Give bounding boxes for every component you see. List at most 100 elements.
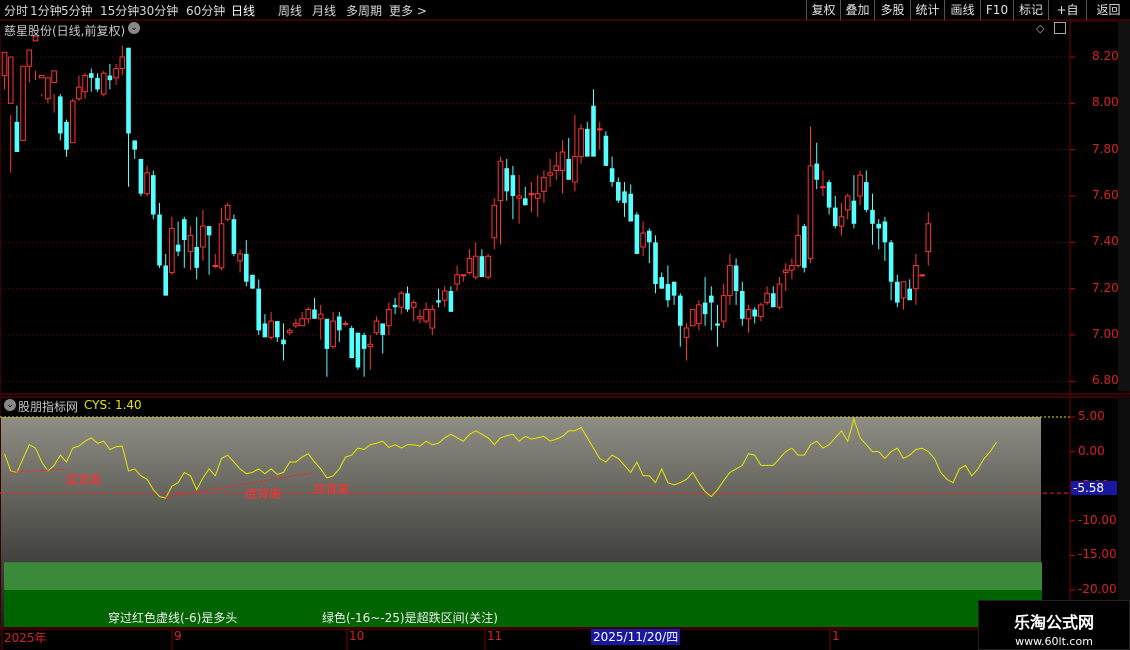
candle-body xyxy=(795,234,801,266)
candle-body xyxy=(702,302,708,315)
candle-body xyxy=(491,204,498,239)
note-bullish: 穿过红色虚线(-6)是多头 xyxy=(108,611,238,625)
price-axis-label-6: 7.00 xyxy=(1092,327,1119,341)
candle-body xyxy=(429,309,436,329)
collapse-icon[interactable]: ⌄ xyxy=(128,22,140,34)
candle-body xyxy=(144,172,150,195)
candle-body xyxy=(398,292,405,308)
candle-body xyxy=(151,175,156,215)
candle-body xyxy=(678,295,683,326)
candle-body xyxy=(566,158,571,180)
candle-body xyxy=(76,86,82,100)
candle-body xyxy=(665,284,671,301)
candle-body xyxy=(628,193,633,222)
price-axis-label-0: 8.20 xyxy=(1092,49,1119,63)
current-value-badge: -5.58 xyxy=(1071,481,1117,496)
candle-body xyxy=(591,105,596,157)
candle-body xyxy=(807,165,814,260)
date-label-0: 2025年 xyxy=(4,631,47,645)
candle-body xyxy=(634,214,640,254)
divergence-label-2: 底背离 xyxy=(313,481,350,496)
date-label-3: 11 xyxy=(487,629,503,643)
candle-body xyxy=(224,204,231,220)
candle-body xyxy=(7,56,14,104)
candle-body xyxy=(895,281,900,303)
candle-body xyxy=(541,176,547,192)
candle-body xyxy=(647,230,652,243)
candle-body xyxy=(194,246,199,268)
candle-body xyxy=(355,332,361,368)
candle-body xyxy=(523,198,528,206)
candle-body xyxy=(466,258,473,273)
candle-body xyxy=(126,47,131,134)
candle-body xyxy=(405,293,410,310)
candle-body xyxy=(206,226,212,236)
candle-body xyxy=(596,128,603,131)
side-info-strip xyxy=(1118,21,1130,391)
candle-body xyxy=(293,322,299,327)
candle-body xyxy=(864,182,869,210)
watermark-name: 乐淘公式网 xyxy=(1013,613,1094,632)
candle-body xyxy=(485,255,491,278)
indicator-title: 股朋指标网 xyxy=(18,400,79,414)
diamond-icon[interactable]: ◇ xyxy=(1036,22,1044,35)
watermark-url: www.60lt.com xyxy=(1015,635,1093,648)
indicator-axis-label-5: -20.00 xyxy=(1078,582,1117,596)
candle-body xyxy=(585,128,590,157)
watermark: 乐淘公式网 www.60lt.com xyxy=(978,600,1130,650)
candle-body xyxy=(715,323,720,326)
window-icon[interactable] xyxy=(1054,22,1066,34)
candle-body xyxy=(709,295,714,303)
candle-body xyxy=(516,195,522,199)
price-axis-label-1: 8.00 xyxy=(1092,95,1119,110)
candle-body xyxy=(163,265,168,296)
candle-body xyxy=(547,172,553,176)
candle-body xyxy=(740,290,745,319)
candle-body xyxy=(504,168,509,192)
candle-body xyxy=(671,281,677,296)
candle-body xyxy=(876,223,881,229)
candle-body xyxy=(132,140,137,150)
price-axis-label-7: 6.80 xyxy=(1092,373,1119,388)
candle-body xyxy=(218,223,225,269)
candle-body xyxy=(107,75,113,81)
candle-body xyxy=(441,290,448,301)
candle-body xyxy=(386,309,392,327)
candle-body xyxy=(212,265,219,267)
candle-body xyxy=(51,70,57,83)
candle-body xyxy=(528,193,535,196)
candle-body xyxy=(299,318,305,327)
candle-body xyxy=(559,151,566,172)
price-axis-label-2: 7.80 xyxy=(1092,141,1119,156)
date-label-1: 9 xyxy=(174,629,182,643)
candle-body xyxy=(262,323,268,338)
candle-body xyxy=(436,300,441,303)
candle-body xyxy=(275,321,280,338)
date-label-2: 10 xyxy=(349,629,365,643)
candle-body xyxy=(157,214,162,266)
side-info-strip-2 xyxy=(1118,397,1130,627)
candle-body xyxy=(553,165,560,172)
candle-body xyxy=(324,318,330,349)
candle-body xyxy=(820,186,826,189)
candle-body xyxy=(20,65,26,141)
candle-body xyxy=(578,128,584,158)
candle-body xyxy=(689,309,696,327)
candle-body xyxy=(175,244,181,252)
candle-body xyxy=(844,195,851,211)
candle-body xyxy=(603,135,609,166)
indicator-collapse-icon[interactable]: ⌄ xyxy=(4,399,16,411)
candle-body xyxy=(317,313,324,320)
candle-body xyxy=(69,100,76,144)
candle-body xyxy=(349,328,354,359)
oversold-band-light xyxy=(4,562,1042,590)
candle-body xyxy=(286,329,293,334)
candle-body xyxy=(1,51,8,77)
candle-body xyxy=(256,288,261,331)
divergence-label-1: 底背离 xyxy=(245,486,282,501)
date-label-4: 1 xyxy=(832,629,840,643)
candle-body xyxy=(417,315,423,320)
candle-body xyxy=(622,191,627,203)
candle-body xyxy=(392,304,398,308)
candle-body xyxy=(410,302,417,308)
